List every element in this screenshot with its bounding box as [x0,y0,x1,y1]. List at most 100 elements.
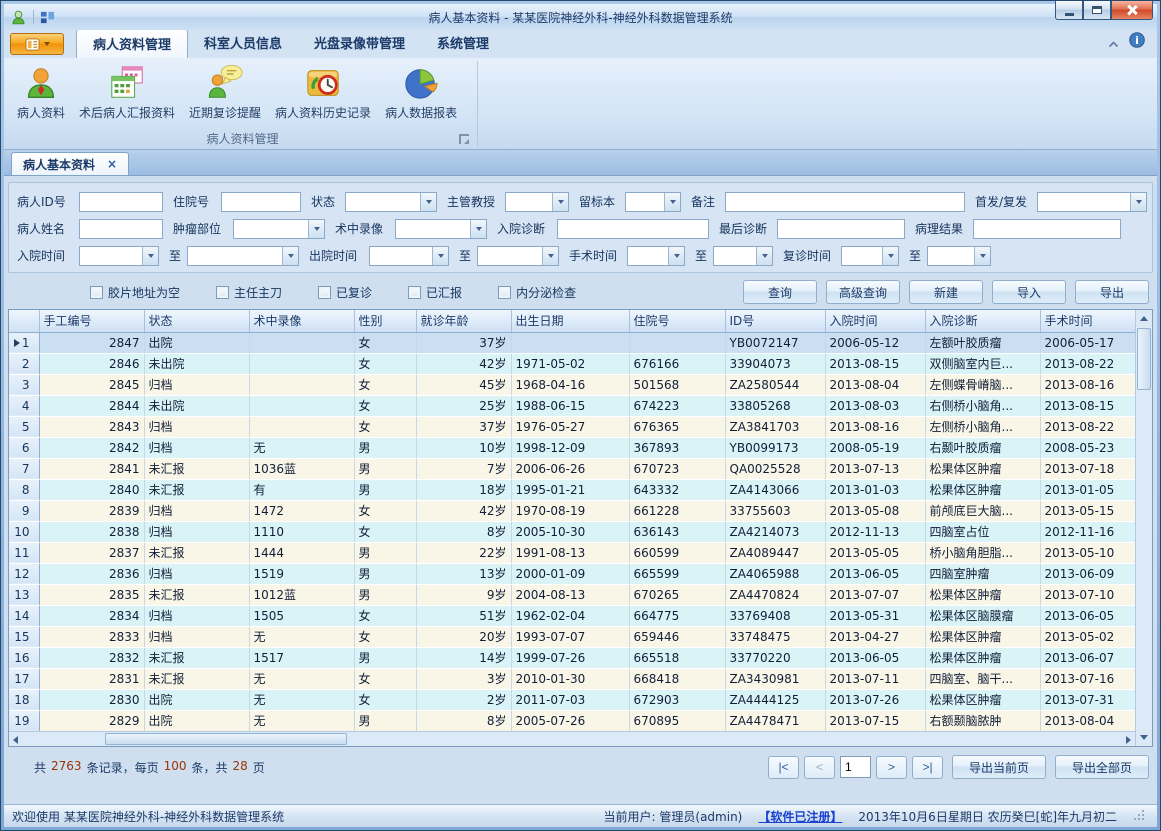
row-selector-cell[interactable]: 6 [9,437,39,458]
checkbox-icon[interactable] [216,286,229,299]
filter-combo-2-6[interactable] [841,246,899,266]
app-menu-button[interactable] [10,33,64,55]
layout-icon[interactable] [40,10,55,25]
row-selector-cell[interactable]: 15 [9,626,39,647]
filter-combo-2-3[interactable] [477,246,559,266]
row-selector-cell[interactable]: 3 [9,374,39,395]
scroll-down-icon[interactable] [1140,735,1148,740]
table-row[interactable]: 52843归档女37岁1976-05-27676365ZA38417032013… [9,416,1135,437]
combo-dropdown-icon[interactable] [470,220,486,238]
export-all-pages-button[interactable]: 导出全部页 [1055,755,1149,779]
filter-combo-1-1[interactable] [233,219,325,239]
table-row[interactable]: 172831未汇报无女3岁2010-01-30668418ZA343098120… [9,668,1135,689]
row-selector-cell[interactable]: 16 [9,647,39,668]
combo-dropdown-icon[interactable] [308,220,324,238]
checkbox-icon[interactable] [408,286,421,299]
column-header[interactable]: 手工编号 [39,310,144,332]
table-row[interactable]: 82840未汇报有男18岁1995-01-21643332ZA414306620… [9,479,1135,500]
column-header[interactable]: 入院时间 [825,310,925,332]
patient-data-tool[interactable]: 病人资料 [10,62,72,129]
filter-combo-0-6[interactable] [1037,192,1147,212]
filter-input-1-0[interactable] [79,219,163,239]
next-page-button[interactable]: > [876,756,907,779]
filter-combo-2-1[interactable] [187,246,299,266]
row-selector-cell[interactable]: 11 [9,542,39,563]
column-header[interactable]: 住院号 [629,310,725,332]
table-row[interactable]: 142834归档1505女51岁1962-02-0466477533769408… [9,605,1135,626]
tab-close-icon[interactable]: × [107,157,117,171]
dialog-launcher-icon[interactable] [459,134,469,144]
filter-combo-0-3[interactable] [505,192,569,212]
export-current-page-button[interactable]: 导出当前页 [952,755,1046,779]
combo-dropdown-icon[interactable] [552,193,568,211]
collapse-ribbon-icon[interactable] [1108,33,1119,52]
filter-combo-1-2[interactable] [395,219,487,239]
revisit-reminder-tool[interactable]: 近期复诊提醒 [182,62,268,129]
table-row[interactable]: 182830出院无女2岁2011-07-03672903ZA4444125201… [9,689,1135,710]
combo-dropdown-icon[interactable] [282,247,298,265]
history-record-tool[interactable]: 病人资料历史记录 [268,62,378,129]
column-header[interactable]: 性别 [354,310,416,332]
postop-report-tool[interactable]: 术后病人汇报资料 [72,62,182,129]
first-page-button[interactable]: |< [768,756,799,779]
combo-dropdown-icon[interactable] [882,247,898,265]
table-row[interactable]: 122836归档1519男13岁2000-01-09665599ZA406598… [9,563,1135,584]
row-selector-cell[interactable]: 4 [9,395,39,416]
column-header[interactable]: 入院诊断 [925,310,1040,332]
vertical-scroll-thumb[interactable] [1137,328,1151,390]
table-row[interactable]: 42844未出院女25岁1988-06-15674223338052682013… [9,395,1135,416]
horizontal-scroll-thumb[interactable] [105,733,347,745]
table-row[interactable]: 152833归档无女20岁1993-07-0765944633748475201… [9,626,1135,647]
table-row[interactable]: 192829出院无男8岁2005-07-26670895ZA4478471201… [9,710,1135,731]
table-row[interactable]: 12847出院女37岁YB00721472006-05-12左额叶胶质瘤2006… [9,332,1135,353]
combo-dropdown-icon[interactable] [756,247,772,265]
app-logo-icon[interactable] [10,9,27,26]
tab-department-staff[interactable]: 科室人员信息 [188,29,298,58]
filter-combo-0-2[interactable] [345,192,437,212]
combo-dropdown-icon[interactable] [668,247,684,265]
filter-combo-2-2[interactable] [369,246,449,266]
column-header[interactable]: 术中录像 [249,310,354,332]
prev-page-button[interactable]: < [804,756,835,779]
reported-checkbox[interactable]: 已汇报 [408,284,462,301]
minimize-button[interactable] [1055,1,1083,20]
table-row[interactable]: 32845归档女45岁1968-04-16501568ZA25805442013… [9,374,1135,395]
row-selector-cell[interactable]: 7 [9,458,39,479]
row-selector-cell[interactable]: 10 [9,521,39,542]
new-button[interactable]: 新建 [909,280,983,304]
export-button[interactable]: 导出 [1075,280,1149,304]
checkbox-icon[interactable] [318,286,331,299]
row-selector-cell[interactable]: 13 [9,584,39,605]
row-selector-cell[interactable]: 12 [9,563,39,584]
tab-disc-video-management[interactable]: 光盘录像带管理 [298,29,421,58]
row-selector-cell[interactable]: 18 [9,689,39,710]
row-selector-cell[interactable]: 1 [9,332,39,353]
combo-dropdown-icon[interactable] [1130,193,1146,211]
tab-patient-data-management[interactable]: 病人资料管理 [76,29,188,58]
status-registered-link[interactable]: 【软件已注册】 [758,808,842,825]
combo-dropdown-icon[interactable] [664,193,680,211]
column-header[interactable]: 状态 [144,310,249,332]
filter-input-1-5[interactable] [973,219,1121,239]
page-number-input[interactable] [840,756,871,778]
horizontal-scrollbar[interactable] [9,731,1135,746]
table-row[interactable]: 102838归档1110女8岁2005-10-30636143ZA4214073… [9,521,1135,542]
import-button[interactable]: 导入 [992,280,1066,304]
tab-system-management[interactable]: 系统管理 [421,29,505,58]
film-address-empty-checkbox[interactable]: 胶片地址为空 [90,284,180,301]
table-row[interactable]: 22846未出院女42岁1971-05-02676166339040732013… [9,353,1135,374]
query-button[interactable]: 查询 [743,280,817,304]
filter-combo-0-4[interactable] [625,192,681,212]
row-selector-cell[interactable]: 5 [9,416,39,437]
checkbox-icon[interactable] [498,286,511,299]
scroll-up-icon[interactable] [1140,316,1148,321]
filter-input-1-4[interactable] [777,219,905,239]
combo-dropdown-icon[interactable] [142,247,158,265]
data-report-tool[interactable]: 病人数据报表 [378,62,464,129]
filter-input-0-5[interactable] [725,192,965,212]
row-selector-cell[interactable]: 14 [9,605,39,626]
advanced-query-button[interactable]: 高级查询 [826,280,900,304]
row-selector-cell[interactable]: 17 [9,668,39,689]
revisited-checkbox[interactable]: 已复诊 [318,284,372,301]
scroll-left-icon[interactable] [13,736,18,744]
